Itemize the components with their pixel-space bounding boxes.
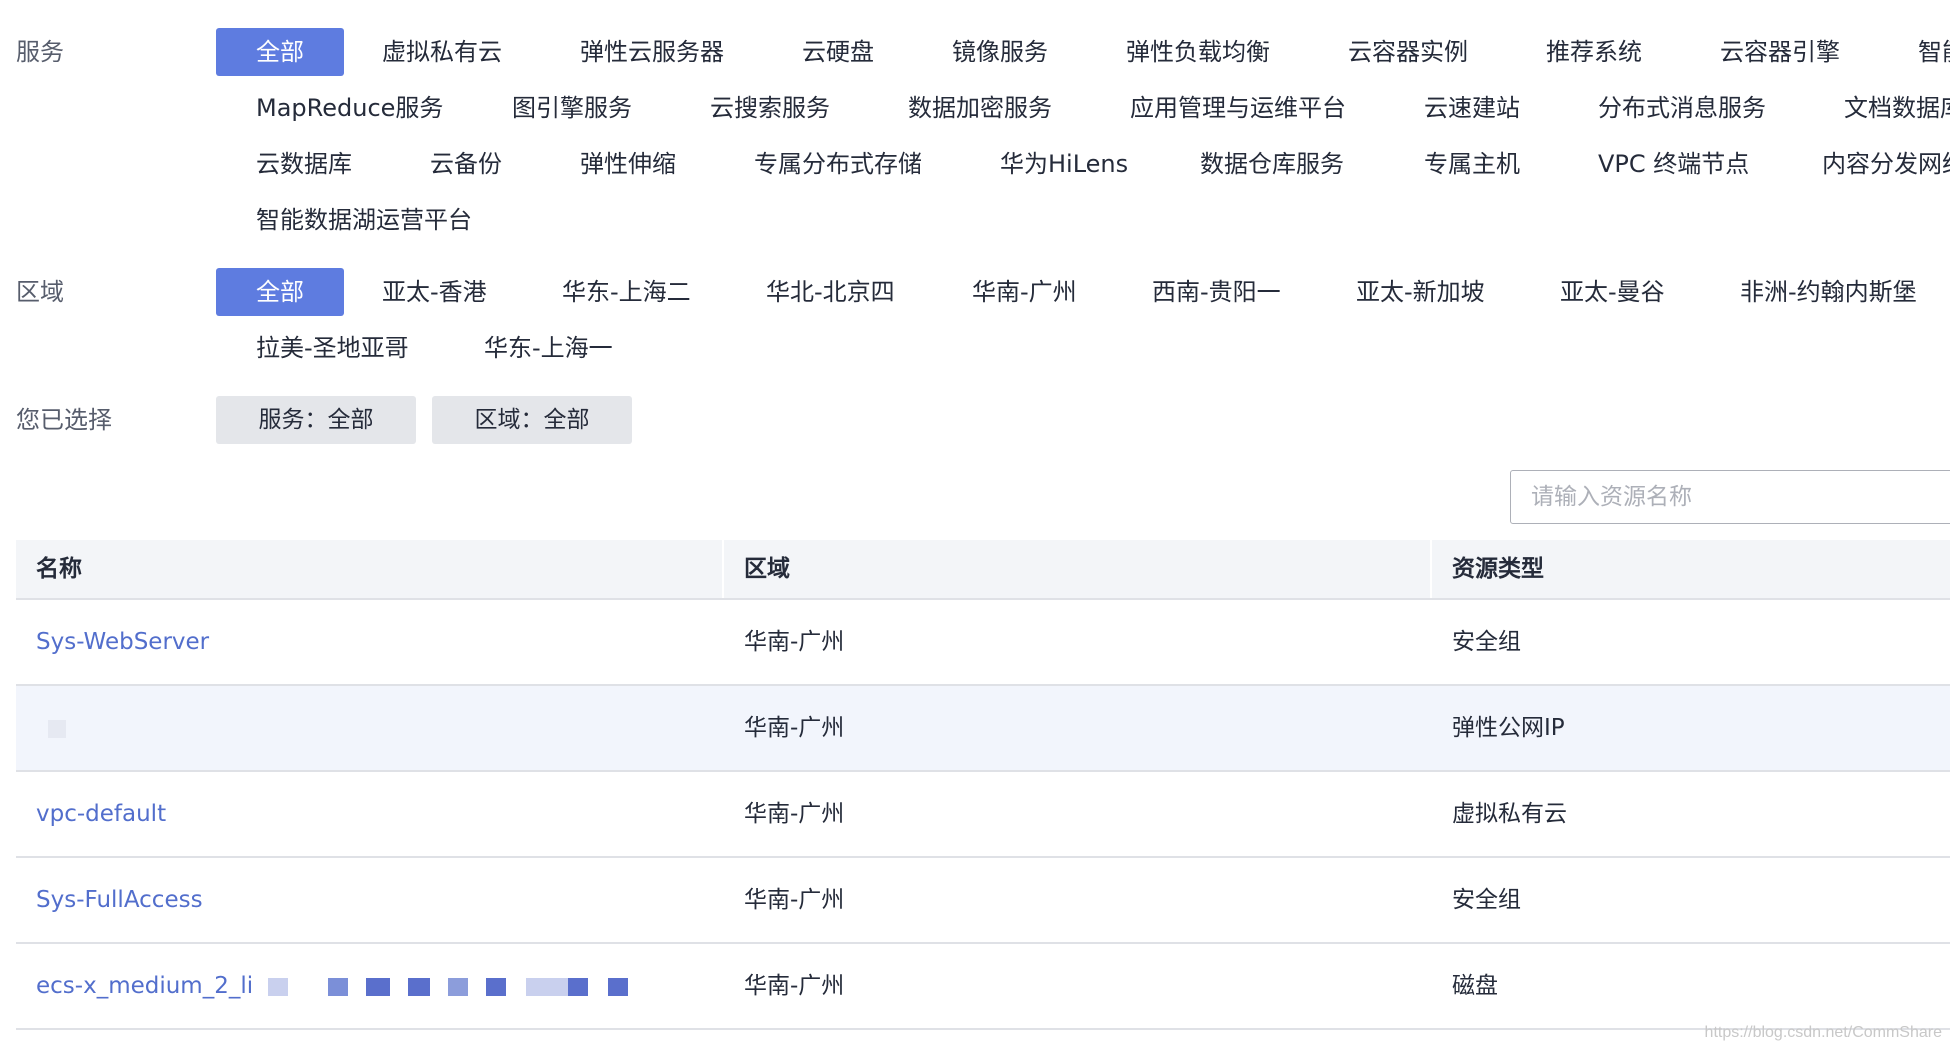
search-box [1510,470,1950,524]
region-chip[interactable]: 亚太-新加坡 [1356,268,1485,316]
resource-table: 名称 区域 资源类型 Sys-WebServer 华南-广州 安全组 华南-广州… [16,540,1950,1030]
region-chip-all[interactable]: 全部 [216,268,344,316]
table-row: ecs-x_medium_2_li 华南-广州 磁盘 [16,944,1950,1030]
redacted-block [268,978,288,996]
table-row: Sys-WebServer 华南-广州 安全组 [16,600,1950,686]
service-chip[interactable]: 应用管理与运维平台 [1130,84,1346,132]
region-chip[interactable]: 拉美-圣地亚哥 [256,324,409,372]
watermark: https://blog.csdn.net/CommShare [1704,1024,1942,1041]
cell-region: 华南-广州 [744,887,845,913]
resource-name-link[interactable]: ecs-x_medium_2_li [36,973,253,999]
service-chip[interactable]: 镜像服务 [952,28,1048,76]
column-header-type[interactable]: 资源类型 [1432,540,1950,598]
selected-filters-label: 您已选择 [16,406,112,434]
service-chip[interactable]: 弹性伸缩 [580,140,676,188]
cell-type: 安全组 [1452,629,1521,655]
service-chip[interactable]: 智能 [1918,28,1950,76]
cell-region: 华南-广州 [744,973,845,999]
redacted-block [608,978,628,996]
service-chip[interactable]: 数据仓库服务 [1200,140,1344,188]
service-chip[interactable]: VPC 终端节点 [1598,140,1749,188]
service-chip-all[interactable]: 全部 [216,28,344,76]
service-chip[interactable]: 专属分布式存储 [754,140,922,188]
service-chip[interactable]: 云速建站 [1424,84,1520,132]
redacted-block [568,978,588,996]
region-filter-label: 区域 [16,278,64,306]
redacted-block [448,978,468,996]
service-chip[interactable]: 图引擎服务 [512,84,632,132]
resource-name-link[interactable]: Sys-WebServer [36,629,209,655]
service-chip[interactable]: 云容器引擎 [1720,28,1840,76]
service-chip[interactable]: 云硬盘 [802,28,874,76]
redacted-block [366,978,390,996]
service-chip[interactable]: 云数据库 [256,140,352,188]
region-chip[interactable]: 亚太-香港 [382,268,487,316]
cell-name: ecs-x_medium_2_li [16,944,724,1028]
service-chip[interactable]: 云容器实例 [1348,28,1468,76]
cell-type: 磁盘 [1452,973,1498,999]
cell-name: Sys-WebServer [16,600,209,684]
redacted-block [328,978,348,996]
cell-region: 华南-广州 [744,629,845,655]
cell-type: 弹性公网IP [1452,715,1565,741]
cell-name: Sys-FullAccess [16,858,203,942]
column-header-region[interactable]: 区域 [724,540,1432,598]
service-filter-label: 服务 [16,38,64,66]
redacted-block [486,978,506,996]
resource-name-link[interactable]: Sys-FullAccess [36,887,203,913]
service-chip[interactable]: 专属主机 [1424,140,1520,188]
cell-region: 华南-广州 [744,715,845,741]
region-chip[interactable]: 非洲-约翰内斯堡 [1740,268,1917,316]
region-chip[interactable]: 华东-上海二 [562,268,691,316]
service-chip[interactable]: 分布式消息服务 [1598,84,1766,132]
resource-search-input[interactable] [1511,471,1950,523]
cell-region: 华南-广州 [744,801,845,827]
service-chip[interactable]: 智能数据湖运营平台 [256,196,472,244]
table-row: Sys-FullAccess 华南-广州 安全组 [16,858,1950,944]
redacted-block [48,720,66,738]
cell-type: 虚拟私有云 [1452,801,1567,827]
selected-tag-service[interactable]: 服务：全部 [216,396,416,444]
table-header: 名称 区域 资源类型 [16,540,1950,600]
service-chip[interactable]: 华为HiLens [1000,140,1128,188]
service-chip[interactable]: 内容分发网络 [1822,140,1950,188]
cell-name: vpc-default [16,772,166,856]
selected-tag-region[interactable]: 区域：全部 [432,396,632,444]
service-chip[interactable]: 云搜索服务 [710,84,830,132]
region-chip[interactable]: 华北-北京四 [766,268,895,316]
table-row: 华南-广州 弹性公网IP [16,686,1950,772]
redacted-block [526,978,568,996]
service-chip[interactable]: 虚拟私有云 [382,28,502,76]
table-row: vpc-default 华南-广州 虚拟私有云 [16,772,1950,858]
service-chip[interactable]: 推荐系统 [1546,28,1642,76]
service-chip[interactable]: MapReduce服务 [256,84,443,132]
service-chip[interactable]: 云备份 [430,140,502,188]
cell-name [16,686,66,770]
resource-name-link[interactable]: vpc-default [36,801,166,827]
region-chip[interactable]: 西南-贵阳一 [1152,268,1281,316]
service-chip[interactable]: 文档数据库 [1844,84,1950,132]
service-chip[interactable]: 数据加密服务 [908,84,1052,132]
cell-type: 安全组 [1452,887,1521,913]
redacted-block [408,978,430,996]
region-chip[interactable]: 华东-上海一 [484,324,613,372]
column-header-name[interactable]: 名称 [16,540,724,598]
service-chip[interactable]: 弹性负载均衡 [1126,28,1270,76]
region-chip[interactable]: 华南-广州 [972,268,1077,316]
region-chip[interactable]: 亚太-曼谷 [1560,268,1665,316]
service-chip[interactable]: 弹性云服务器 [580,28,724,76]
